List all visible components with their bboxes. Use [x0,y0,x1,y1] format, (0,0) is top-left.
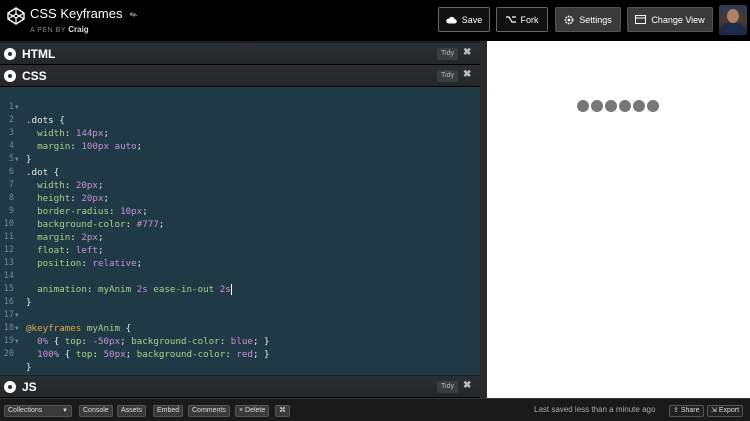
collections-dropdown[interactable]: Collections ▼ [4,405,72,417]
css-close-icon[interactable]: ✖ [463,69,471,80]
dot [577,100,589,112]
codepen-logo-icon[interactable] [7,7,25,25]
css-settings-icon[interactable] [4,70,16,82]
js-tidy-button[interactable]: Tidy [437,381,458,393]
code-line: 17 ▼ @keyframes myAnim { [3,310,132,334]
code-line: 12 position: relative; [3,245,143,269]
dot [605,100,617,112]
layout-icon [635,15,647,24]
result-preview[interactable] [487,41,750,398]
assets-button[interactable]: Assets [117,405,147,417]
code-line: 20 } [3,349,32,373]
embed-button[interactable]: Embed [153,405,184,417]
html-settings-icon[interactable] [4,48,16,60]
css-pane-title: CSS [22,69,47,83]
code-line: 18 ▼ 0% { top: -50px; background-color: b… [3,323,270,347]
fork-label: Fork [520,14,539,25]
export-label: Export [718,407,740,414]
export-button[interactable]: ⇲ Export [707,405,744,417]
js-pane-title: JS [22,380,37,394]
html-tidy-button[interactable]: Tidy [437,48,458,60]
keyboard-shortcuts-button[interactable]: ⌘ [275,405,290,417]
code-line: 2 width: 144px; [8,115,110,139]
settings-label: Settings [579,14,612,25]
code-line: 3 margin: 100px auto; [8,128,143,152]
code-line: 16 [3,297,14,307]
footer-bar: Collections ▼ Console Assets Embed Comme… [0,398,750,421]
css-code-editor[interactable]: 1 ▼ .dots { 2 width: 144px; 3 margin: 100… [0,87,480,375]
code-line: 15 } [3,284,32,308]
code-line: 10 margin: 2px; [3,219,104,243]
header-bar: CSS Keyframes ✎ A PEN BY Craig Save Fork… [0,0,750,40]
cloud-icon [446,16,457,24]
collections-label: Collections [8,407,43,414]
save-button[interactable]: Save [438,7,490,32]
console-button[interactable]: Console [79,405,113,417]
code-line: 7 height: 20px; [8,180,110,204]
code-line: 1 ▼ .dots { [8,102,65,126]
dot [591,100,603,112]
byline-prefix: A PEN BY [30,27,66,34]
pen-byline: A PEN BY Craig [30,25,137,34]
js-pane-header[interactable]: JS Tidy ✖ [0,376,480,398]
pen-title-block: CSS Keyframes ✎ A PEN BY Craig [30,5,140,34]
last-saved-status: Last saved less than a minute ago [534,405,656,414]
css-pane-header[interactable]: CSS Tidy ✖ [0,65,480,87]
code-line: 11 float: left; [3,232,104,256]
html-close-icon[interactable]: ✖ [463,47,471,58]
code-line: 14 animation: myAnim 2s ease-in-out 2s [3,271,232,295]
chevron-down-icon: ▼ [62,408,68,414]
change-view-button[interactable]: Change View [627,7,713,32]
settings-button[interactable]: Settings [555,7,621,32]
dot [619,100,631,112]
save-label: Save [461,14,483,25]
share-button[interactable]: ⇪ Share [669,405,704,417]
pane-resize-handle[interactable] [480,41,487,398]
dots-container [577,100,667,114]
css-tidy-button[interactable]: Tidy [437,70,458,82]
author-link[interactable]: Craig [68,25,88,34]
share-label: Share [680,407,700,414]
gear-icon [564,15,574,24]
fork-icon [505,16,516,23]
dot [633,100,645,112]
code-line: 6 width: 20px; [8,167,104,191]
change-view-label: Change View [651,14,705,25]
code-line: 8 border-radius: 10px; [8,193,148,217]
export-icon: ⇲ [711,407,717,414]
fork-button[interactable]: Fork [496,7,548,32]
code-line: 4 } [8,141,32,165]
code-line: 9 background-color: #777; [8,206,165,230]
code-line: 19 ▼ 100% { top: 50px; background-color: … [3,336,270,360]
js-close-icon[interactable]: ✖ [463,380,471,391]
html-pane-header[interactable]: HTML Tidy ✖ [0,43,480,65]
dot [647,100,659,112]
html-pane-title: HTML [22,47,56,61]
js-settings-icon[interactable] [4,381,16,393]
share-icon: ⇪ [673,407,679,414]
user-avatar[interactable] [719,5,747,35]
delete-button[interactable]: × Delete [235,405,270,417]
edit-pencil-icon[interactable]: ✎ [128,9,140,22]
code-line: 13 [3,258,14,268]
pen-title[interactable]: CSS Keyframes [30,6,122,21]
code-line: 5 ▼ .dot { [8,154,60,178]
comments-button[interactable]: Comments [188,405,230,417]
